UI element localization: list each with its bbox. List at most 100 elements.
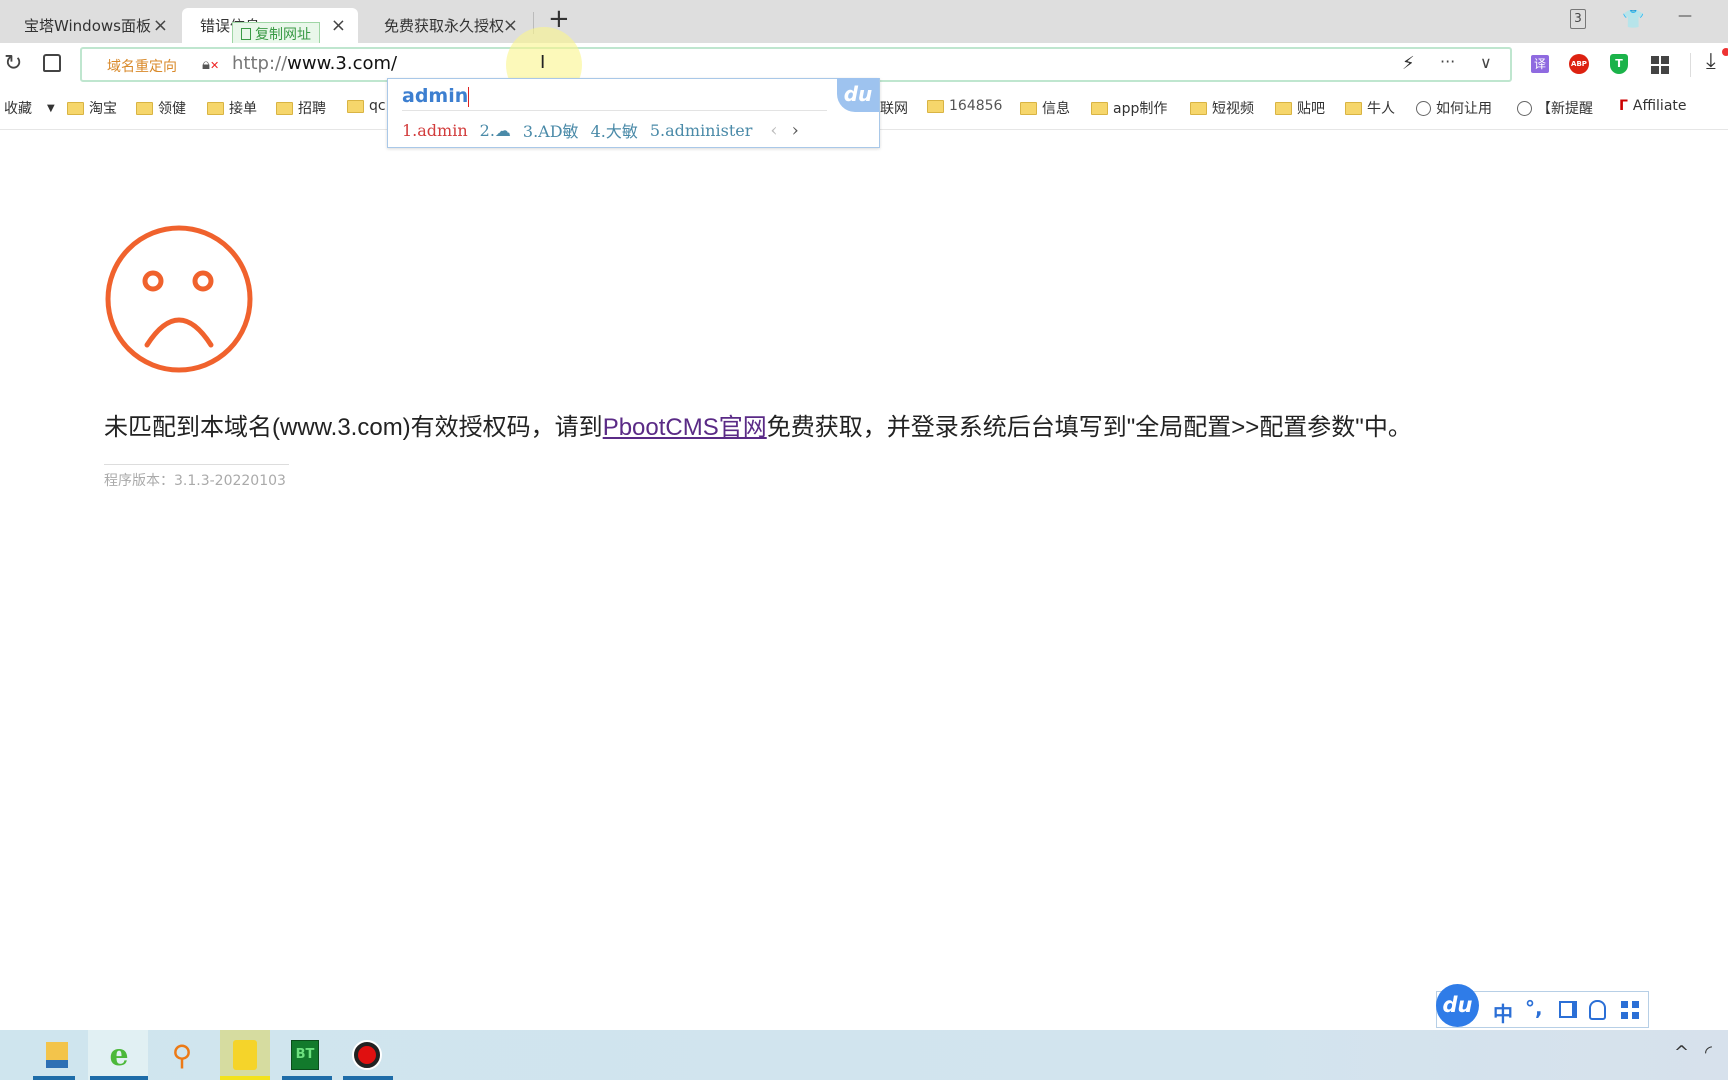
bookmark-folder[interactable]: 164856 xyxy=(927,98,1002,114)
candidate-1[interactable]: 1.admin xyxy=(402,121,468,140)
baota-bt-icon[interactable]: BT xyxy=(288,1038,322,1072)
bookmark-folder[interactable]: 牛人 xyxy=(1345,98,1395,118)
bookmark-folder[interactable]: app制作 xyxy=(1091,98,1167,118)
bookmark-label: 联网 xyxy=(880,101,908,117)
tab-free-license[interactable]: 免费获取永久授权 × xyxy=(360,8,530,43)
url-scheme: http:// xyxy=(232,53,288,74)
candidate-3[interactable]: 3.AD敏 xyxy=(523,118,579,142)
globe-icon xyxy=(1416,100,1431,116)
adblock-extension-icon[interactable]: ABP xyxy=(1569,54,1589,74)
insecure-lock-icon[interactable]: 🔒︎✕ xyxy=(202,55,219,73)
ime-user-icon[interactable] xyxy=(1589,1000,1606,1020)
caret-down-icon: ▼ xyxy=(47,102,55,114)
chevron-down-icon[interactable]: ∨ xyxy=(1480,53,1492,72)
folder-icon xyxy=(1091,101,1108,115)
ime-keyboard-icon[interactable] xyxy=(1559,1001,1577,1018)
bookmark-label: 接单 xyxy=(229,101,257,117)
tab-bar: 宝塔Windows面板 × 错误信息 × 免费获取永久授权 × + 复制网址 3 👕 … xyxy=(0,0,1728,45)
apps-grid-icon[interactable] xyxy=(1651,56,1669,74)
ime-suggestion-popup: admin du 1.admin 2.☁ 3.AD敏 4.大敏 5.admini… xyxy=(387,78,880,148)
bookmark-label: 领健 xyxy=(158,101,186,117)
bookmark-label: 如何让用 xyxy=(1436,101,1492,117)
affiliate-icon: Γ xyxy=(1619,98,1628,114)
phpstudy-icon[interactable] xyxy=(228,1038,262,1072)
screen-recorder-icon[interactable] xyxy=(350,1038,384,1072)
bookmark-label: 淘宝 xyxy=(89,101,117,117)
minimize-button[interactable]: — xyxy=(1678,8,1692,24)
running-indicator xyxy=(343,1076,393,1080)
skin-shirt-icon[interactable]: 👕 xyxy=(1622,9,1644,30)
url-text[interactable]: http://www.3.com/ xyxy=(232,53,397,74)
folder-icon xyxy=(207,101,224,115)
reload-icon[interactable]: ↻ xyxy=(4,51,22,76)
bookmark-folder[interactable]: 领健 xyxy=(136,98,186,118)
bookmark-label: Affiliate xyxy=(1632,98,1687,114)
globe-icon xyxy=(1517,100,1532,116)
tray-expand-icon[interactable]: ^ xyxy=(1674,1042,1689,1063)
close-tab-icon[interactable]: × xyxy=(153,15,168,36)
copy-url-tooltip[interactable]: 复制网址 xyxy=(232,22,320,45)
folder-icon xyxy=(927,99,944,113)
wifi-icon[interactable]: ◜ xyxy=(1705,1042,1712,1063)
folder-icon xyxy=(347,99,364,113)
lightning-icon[interactable]: ⚡︎ xyxy=(1402,53,1415,74)
candidate-2[interactable]: 2.☁ xyxy=(480,121,511,140)
browser-icon[interactable]: e xyxy=(102,1038,136,1073)
window-count-badge[interactable]: 3 xyxy=(1570,9,1586,29)
bookmark-folder[interactable]: 接单 xyxy=(207,98,257,118)
ime-mode-toggle[interactable]: 中 xyxy=(1493,998,1513,1027)
ime-baidu-logo[interactable]: du xyxy=(1436,984,1479,1027)
bookmark-folder[interactable]: qc xyxy=(347,98,386,114)
ime-input-text: admin xyxy=(402,85,827,111)
bookmark-link[interactable]: Γ Affiliate xyxy=(1619,98,1687,114)
address-bar[interactable]: 域名重定向 🔒︎✕ http://www.3.com/ I ⚡︎ ··· ∨ xyxy=(80,27,1512,103)
running-indicator xyxy=(220,1076,270,1080)
next-page-icon[interactable]: › xyxy=(792,120,799,141)
sad-face-icon xyxy=(105,225,253,373)
candidate-5[interactable]: 5.administer xyxy=(650,121,753,140)
translate-extension-icon[interactable]: 译 xyxy=(1531,55,1549,73)
ime-menu-grid-icon[interactable] xyxy=(1621,1001,1639,1019)
bookmark-folder[interactable]: 贴吧 xyxy=(1275,98,1325,118)
caret xyxy=(468,86,470,107)
folder-icon xyxy=(276,101,293,115)
bookmark-folder[interactable]: 信息 xyxy=(1020,98,1070,118)
folder-icon xyxy=(67,101,84,115)
bookmark-folder[interactable]: 联网 xyxy=(880,98,908,118)
toolbar-divider xyxy=(1690,53,1691,77)
more-icon[interactable]: ··· xyxy=(1440,52,1455,71)
home-icon[interactable] xyxy=(43,54,61,72)
folder-icon xyxy=(136,101,153,115)
bookmark-folder[interactable]: 短视频 xyxy=(1190,98,1254,118)
close-tab-icon[interactable]: × xyxy=(503,15,518,36)
bookmark-label: app制作 xyxy=(1113,101,1168,117)
tab-baota[interactable]: 宝塔Windows面板 × xyxy=(0,8,180,43)
shield-extension-icon[interactable]: T xyxy=(1610,54,1628,74)
bookmark-label: qc xyxy=(369,98,386,114)
bookmark-label: 牛人 xyxy=(1367,101,1395,117)
bookmark-folder[interactable]: 招聘 xyxy=(276,98,326,118)
candidate-2-label: 2. xyxy=(479,120,495,140)
prev-page-icon[interactable]: ‹ xyxy=(770,120,777,141)
baidu-logo: du xyxy=(837,78,879,112)
ime-input: admin xyxy=(402,85,469,107)
divider xyxy=(104,464,289,465)
message-text: 免费获取，并登录系统后台填写到"全局配置>>配置参数"中。 xyxy=(766,414,1412,441)
bookmark-folder[interactable]: 淘宝 xyxy=(67,98,117,118)
file-explorer-icon[interactable] xyxy=(40,1038,74,1072)
close-tab-icon[interactable]: × xyxy=(331,15,346,36)
message-text: 未匹配到本域名(www.3.com)有效授权码，请到 xyxy=(104,414,603,441)
bookmark-link[interactable]: 【新提醒 xyxy=(1517,98,1593,118)
search-tool-icon[interactable]: ⚲ xyxy=(165,1038,199,1072)
tab-label: 免费获取永久授权 xyxy=(384,17,505,35)
copy-url-label: 复制网址 xyxy=(255,26,311,43)
redirect-label[interactable]: 域名重定向 xyxy=(107,56,177,76)
pbootcms-link[interactable]: PbootCMS官网 xyxy=(603,414,767,441)
bookmark-favorites[interactable]: 收藏 ▼ xyxy=(4,98,55,118)
favorites-label: 收藏 xyxy=(4,101,32,117)
notification-dot xyxy=(1722,48,1728,56)
bookmark-link[interactable]: 如何让用 xyxy=(1416,98,1492,118)
candidate-4[interactable]: 4.大敏 xyxy=(591,118,638,142)
download-icon[interactable]: ⤓ xyxy=(1706,49,1716,74)
ime-punctuation-toggle[interactable]: °, xyxy=(1525,996,1543,1020)
